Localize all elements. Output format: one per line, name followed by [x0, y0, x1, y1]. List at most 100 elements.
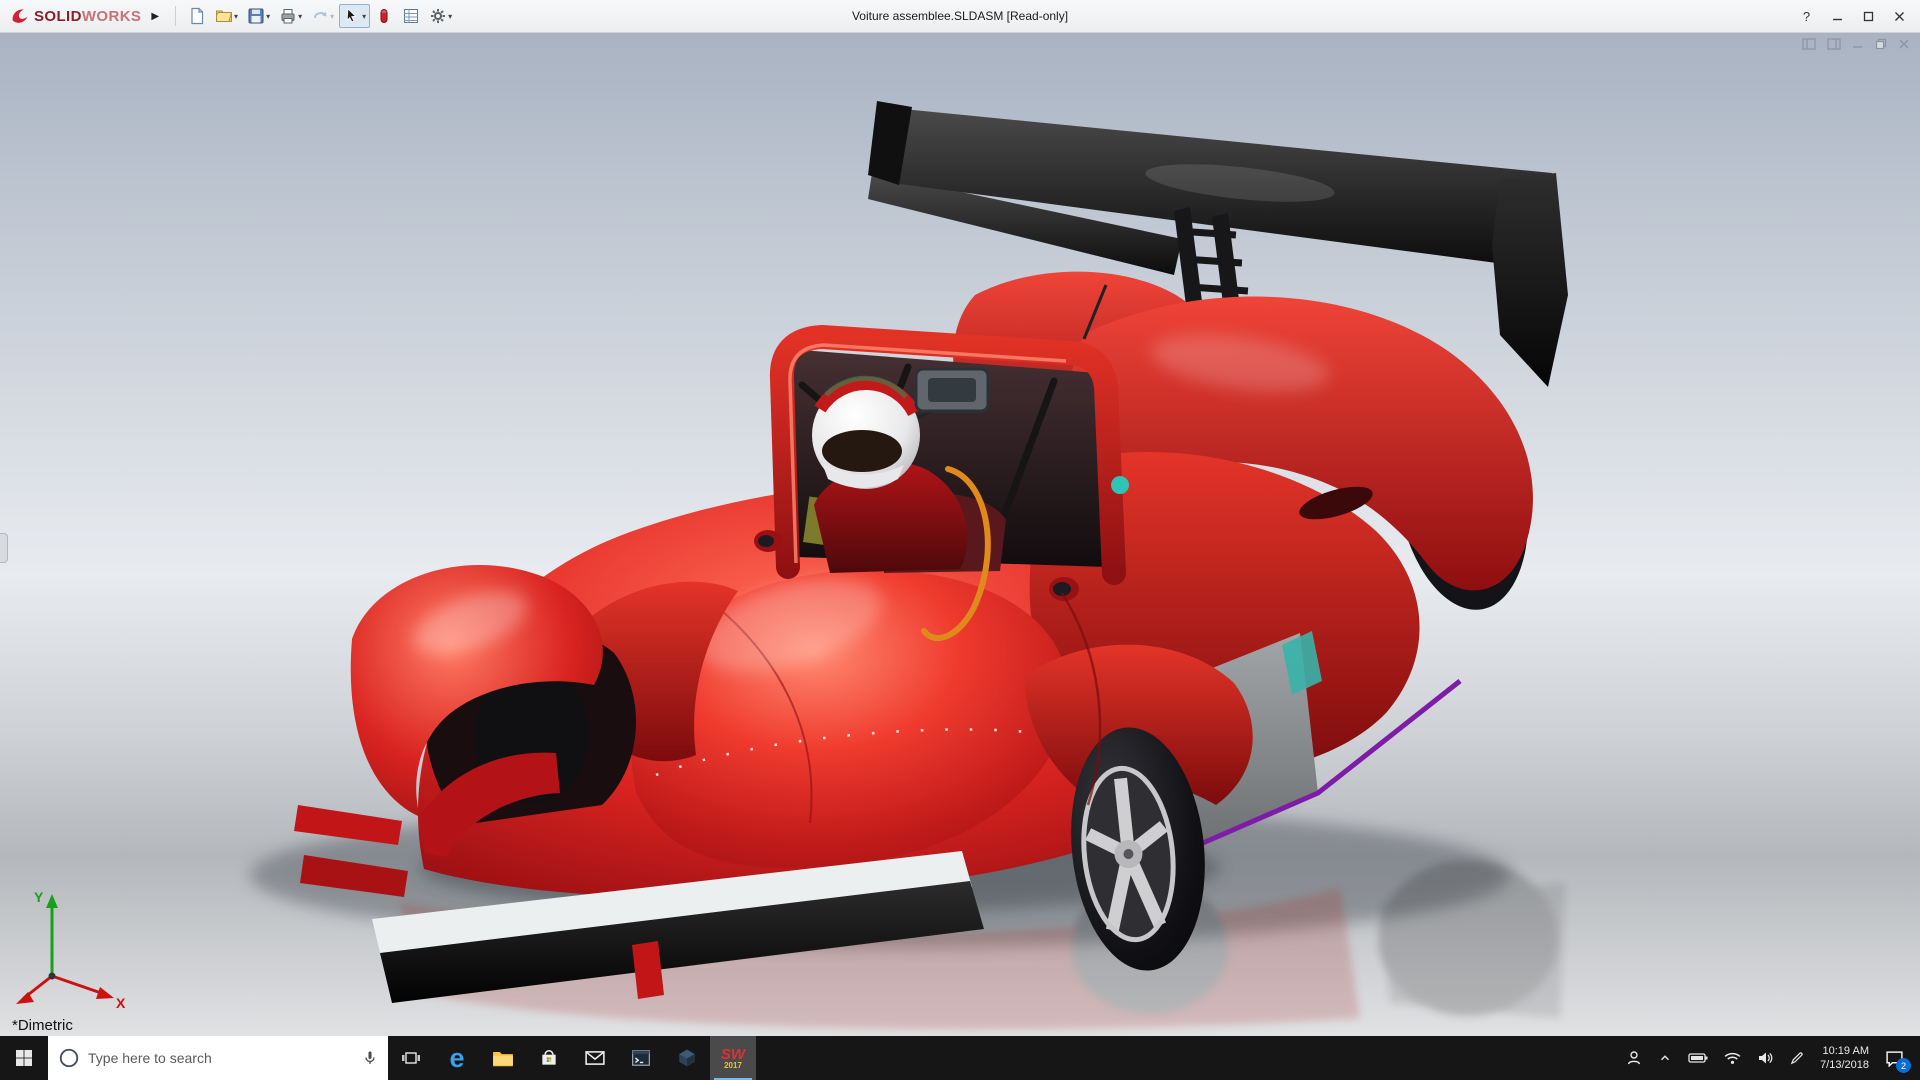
save-dropdown[interactable]: ▾	[266, 12, 270, 21]
windows-logo-icon	[15, 1049, 33, 1067]
file-explorer-button[interactable]	[480, 1036, 526, 1080]
solidworks-2017-icon: SW 2017	[721, 1047, 745, 1070]
doc-restore-button[interactable]	[1875, 38, 1887, 50]
print-button[interactable]: ▾	[275, 4, 306, 28]
folder-icon	[492, 1049, 514, 1067]
undo-dropdown[interactable]: ▾	[330, 12, 334, 21]
teal-detail	[1111, 476, 1129, 494]
y-axis-label: Y	[34, 889, 44, 905]
title-bar: SOLIDWORKS ▶ ▾ ▾	[0, 0, 1920, 33]
ds-logo-icon	[10, 6, 30, 26]
print-dropdown[interactable]: ▾	[298, 12, 302, 21]
rebuild-icon	[375, 7, 393, 25]
model-scene	[0, 33, 1920, 1036]
select-cursor-icon	[343, 7, 361, 25]
close-button[interactable]	[1885, 4, 1914, 28]
notification-badge: 2	[1896, 1058, 1911, 1073]
taskbar-search[interactable]	[48, 1036, 388, 1080]
windows-ink-button[interactable]	[1781, 1036, 1812, 1080]
open-dropdown[interactable]: ▾	[234, 12, 238, 21]
mail-envelope-icon	[585, 1050, 605, 1066]
chevron-up-icon	[1658, 1051, 1672, 1065]
open-button[interactable]: ▾	[211, 4, 242, 28]
cube-app-button[interactable]	[664, 1036, 710, 1080]
action-center-button[interactable]: 2	[1877, 1036, 1912, 1080]
maximize-icon	[1863, 11, 1874, 22]
solidworks-logo[interactable]: SOLIDWORKS	[6, 6, 145, 26]
x-axis-arrow	[96, 987, 114, 999]
edge-icon: e	[449, 1045, 464, 1072]
help-button[interactable]: ?	[1792, 4, 1821, 28]
file-properties-icon	[402, 7, 420, 25]
store-bag-icon	[539, 1048, 559, 1068]
roof-camera[interactable]	[916, 369, 988, 411]
system-tray: 10:19 AM 7/13/2018 2	[1618, 1036, 1920, 1080]
cube-app-icon	[677, 1048, 697, 1068]
people-icon	[1626, 1050, 1642, 1066]
speaker-icon	[1757, 1051, 1773, 1065]
options-button[interactable]: ▾	[425, 4, 456, 28]
task-view-button[interactable]	[388, 1036, 434, 1080]
driver-helmet[interactable]	[812, 378, 920, 489]
document-title: Voiture assemblee.SLDASM [Read-only]	[852, 9, 1068, 23]
battery-icon	[1688, 1052, 1708, 1064]
volume-button[interactable]	[1749, 1036, 1781, 1080]
doc-close-button[interactable]	[1898, 38, 1910, 50]
cortana-icon	[58, 1047, 80, 1069]
microphone-icon[interactable]	[362, 1050, 378, 1066]
window-controls: ?	[1792, 4, 1914, 28]
open-folder-icon	[215, 7, 233, 25]
windows-taskbar: e	[0, 1036, 1920, 1080]
toolbar-flyout-arrow[interactable]: ▶	[151, 11, 159, 22]
search-input[interactable]	[88, 1050, 354, 1066]
orientation-triad: Y X	[8, 880, 138, 1010]
pen-icon	[1789, 1051, 1804, 1066]
undo-button[interactable]: ▾	[307, 4, 338, 28]
tray-overflow-button[interactable]	[1650, 1036, 1680, 1080]
standard-toolbar: ▾ ▾ ▾ ▾ ▾	[184, 4, 456, 28]
document-window-controls	[1802, 38, 1910, 50]
view-orientation-label: *Dimetric	[12, 1017, 73, 1034]
pane-button-2[interactable]	[1827, 38, 1841, 50]
x-axis-label: X	[116, 995, 126, 1010]
select-tool-button[interactable]: ▾	[339, 4, 370, 28]
gear-icon	[429, 7, 447, 25]
edge-browser-button[interactable]: e	[434, 1036, 480, 1080]
graphics-area[interactable]: Y X *Dimetric	[0, 33, 1920, 1036]
minimize-icon	[1832, 11, 1843, 22]
print-icon	[279, 7, 297, 25]
wifi-icon	[1724, 1052, 1741, 1065]
network-button[interactable]	[1716, 1036, 1749, 1080]
file-properties-button[interactable]	[398, 4, 424, 28]
command-prompt-icon	[631, 1048, 651, 1068]
clock-time: 10:19 AM	[1820, 1044, 1869, 1058]
select-dropdown[interactable]: ▾	[362, 12, 366, 21]
maximize-button[interactable]	[1854, 4, 1883, 28]
mail-button[interactable]	[572, 1036, 618, 1080]
separator	[175, 6, 176, 26]
y-axis-arrow	[46, 894, 58, 908]
save-button[interactable]: ▾	[243, 4, 274, 28]
task-view-icon	[401, 1050, 421, 1066]
minimize-button[interactable]	[1823, 4, 1852, 28]
save-floppy-icon	[247, 7, 265, 25]
taskbar-clock[interactable]: 10:19 AM 7/13/2018	[1812, 1044, 1877, 1072]
rebuild-button[interactable]	[371, 4, 397, 28]
options-dropdown[interactable]: ▾	[448, 12, 452, 21]
close-icon	[1894, 11, 1905, 22]
brand-text: SOLIDWORKS	[34, 8, 141, 25]
undo-icon	[311, 7, 329, 25]
new-document-icon	[188, 7, 206, 25]
store-button[interactable]	[526, 1036, 572, 1080]
new-document-button[interactable]	[184, 4, 210, 28]
left-panel-handle[interactable]	[0, 533, 8, 563]
pane-button-1[interactable]	[1802, 38, 1816, 50]
solidworks-app-button[interactable]: SW 2017	[710, 1036, 756, 1080]
battery-button[interactable]	[1680, 1036, 1716, 1080]
people-button[interactable]	[1618, 1036, 1650, 1080]
command-prompt-button[interactable]	[618, 1036, 664, 1080]
doc-minimize-button[interactable]	[1852, 38, 1864, 50]
clock-date: 7/13/2018	[1820, 1058, 1869, 1072]
left-mirror[interactable]	[754, 530, 782, 552]
start-button[interactable]	[0, 1036, 48, 1080]
